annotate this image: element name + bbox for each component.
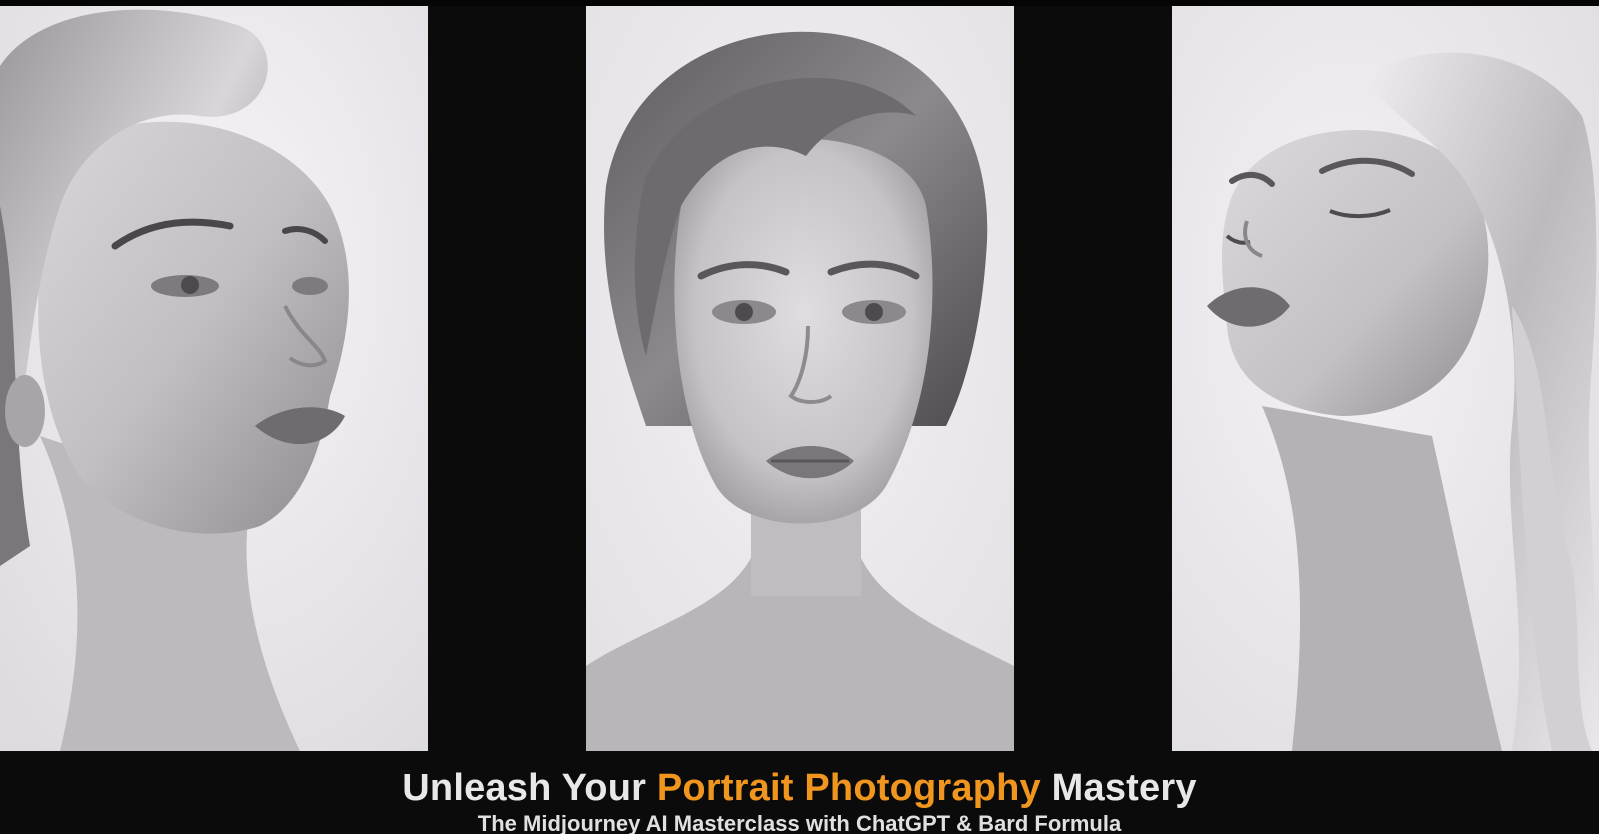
portrait-center-image (586, 6, 1014, 751)
subline: The Midjourney AI Masterclass with ChatG… (477, 811, 1122, 834)
headline: Unleash Your Portrait Photography Master… (0, 767, 1599, 809)
portrait-right-image (1172, 6, 1599, 751)
caption-bar: Unleash Your Portrait Photography Master… (0, 751, 1599, 834)
headline-highlight: Portrait Photography (656, 767, 1041, 809)
headline-part2: Mastery (1040, 767, 1197, 809)
portrait-left-image (0, 6, 428, 751)
headline-part1: Unleash Your (402, 767, 657, 809)
thumbnail-canvas: Unleash Your Portrait Photography Master… (0, 0, 1599, 834)
